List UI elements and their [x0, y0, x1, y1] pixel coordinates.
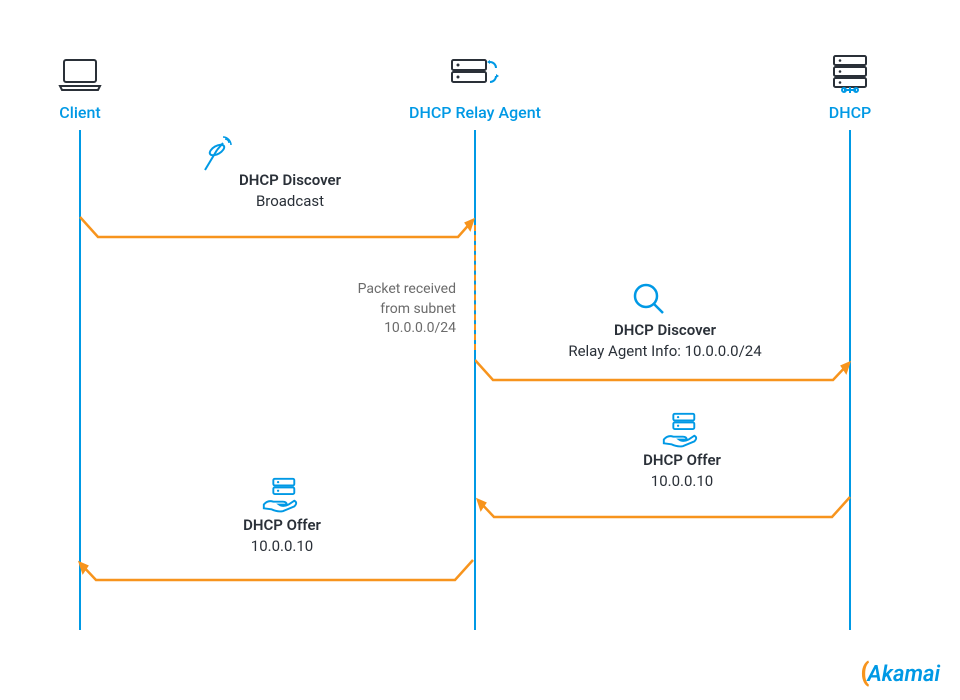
- dhcp-relay-sequence-diagram: Client DHCP Relay Agent DHCP DHCP Discov…: [0, 0, 960, 700]
- arrow-dhcp-to-relay: [476, 495, 854, 533]
- msg-offer-1: DHCP Offer 10.0.0.10: [612, 450, 752, 492]
- msg-offer-2-title: DHCP Offer: [243, 516, 321, 534]
- note-line1: Packet received: [358, 281, 456, 297]
- relay-server-icon: [450, 55, 500, 95]
- msg-discover-1-sub: Broadcast: [256, 192, 324, 210]
- arrow-relay-to-dhcp: [475, 358, 853, 396]
- arrow-relay-to-client: [78, 558, 478, 596]
- actor-relay-label: DHCP Relay Agent: [390, 103, 560, 122]
- msg-discover-2: DHCP Discover Relay Agent Info: 10.0.0.0…: [555, 320, 775, 362]
- akamai-logo: Akamai: [860, 658, 940, 688]
- relay-processing-line: [474, 225, 476, 350]
- note-line3: 10.0.0.0/24: [384, 320, 456, 336]
- actor-relay: DHCP Relay Agent: [390, 55, 560, 122]
- hand-server-icon-2: [260, 475, 300, 515]
- server-icon: [825, 55, 875, 95]
- note-line2: from subnet: [380, 301, 456, 317]
- actor-dhcp-label: DHCP: [820, 103, 880, 122]
- msg-offer-2: DHCP Offer 10.0.0.10: [212, 515, 352, 557]
- hand-server-icon-1: [660, 410, 700, 450]
- packet-note: Packet received from subnet 10.0.0.0/24: [336, 280, 456, 339]
- actor-dhcp: DHCP: [820, 55, 880, 122]
- antenna-icon: [195, 135, 235, 175]
- msg-discover-1: DHCP Discover Broadcast: [220, 170, 360, 212]
- actor-client-label: Client: [50, 103, 110, 122]
- msg-offer-1-title: DHCP Offer: [643, 451, 721, 469]
- msg-discover-1-title: DHCP Discover: [239, 171, 341, 189]
- msg-offer-2-sub: 10.0.0.10: [251, 537, 313, 555]
- msg-offer-1-sub: 10.0.0.10: [651, 472, 713, 490]
- laptop-icon: [55, 55, 105, 95]
- msg-discover-2-title: DHCP Discover: [614, 321, 716, 339]
- arrow-client-to-relay: [78, 215, 478, 255]
- magnifier-icon: [630, 280, 670, 320]
- lifeline-client: [79, 130, 81, 630]
- actor-client: Client: [50, 55, 110, 122]
